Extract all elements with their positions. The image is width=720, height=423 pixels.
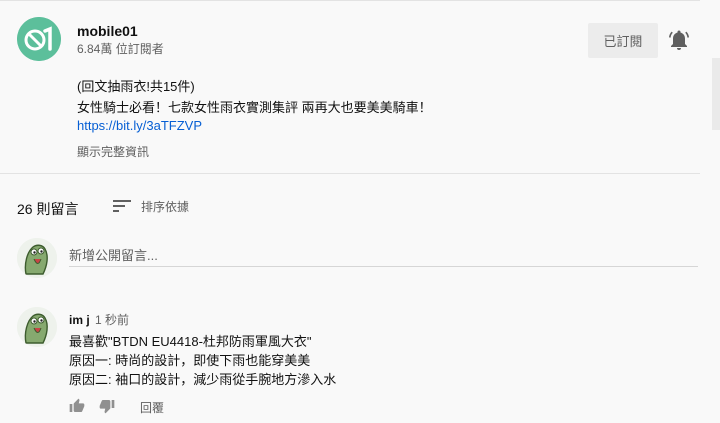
thumbs-down-icon bbox=[99, 400, 115, 414]
like-button[interactable] bbox=[69, 398, 85, 414]
scrollbar-track[interactable] bbox=[712, 58, 720, 130]
top-divider bbox=[0, 0, 700, 1]
comment-author-avatar[interactable] bbox=[17, 307, 57, 347]
sort-label: 排序依據 bbox=[141, 199, 190, 214]
bell-icon[interactable] bbox=[667, 28, 691, 52]
comment-count: 26 則留言 bbox=[17, 201, 79, 217]
comment-header: im j 1 秒前 bbox=[69, 311, 129, 328]
description-line-2: 女性騎士必看！七款女性雨衣實測集評 兩再大也要美美騎車！ bbox=[77, 100, 432, 115]
show-more-button[interactable]: 顯示完整資訊 bbox=[77, 143, 149, 160]
description-link[interactable]: https://bit.ly/3aTFZVP bbox=[77, 118, 202, 133]
channel-avatar[interactable] bbox=[17, 17, 61, 61]
user-avatar[interactable] bbox=[17, 238, 57, 278]
channel-logo-icon bbox=[17, 17, 61, 61]
comment-text-line-2: 原因一: 時尚的設計，即使下雨也能穿美美 bbox=[69, 353, 311, 368]
channel-name[interactable]: mobile01 bbox=[77, 23, 138, 39]
comment-text-line-3: 原因二: 袖口的設計，減少雨從手腕地方滲入水 bbox=[69, 372, 337, 387]
section-divider bbox=[0, 173, 700, 174]
frog-avatar-icon bbox=[17, 307, 57, 347]
comment-text-line-1: 最喜歡"BTDN EU4418-杜邦防雨軍風大衣" bbox=[69, 334, 312, 349]
description-line-1: (回文抽雨衣!共15件) bbox=[77, 79, 195, 94]
comment-author-name[interactable]: im j bbox=[69, 313, 90, 327]
subscribed-button[interactable]: 已訂閱 bbox=[588, 23, 658, 58]
subscriber-count: 6.84萬 位訂閱者 bbox=[77, 42, 164, 56]
sort-icon bbox=[113, 200, 131, 212]
sort-button[interactable]: 排序依據 bbox=[113, 196, 189, 216]
reply-button[interactable]: 回覆 bbox=[140, 399, 164, 416]
frog-avatar-icon bbox=[17, 238, 57, 278]
comment-timestamp[interactable]: 1 秒前 bbox=[95, 313, 129, 327]
dislike-button[interactable] bbox=[99, 398, 115, 414]
add-comment-input[interactable] bbox=[69, 244, 698, 267]
thumbs-up-icon bbox=[69, 398, 85, 412]
